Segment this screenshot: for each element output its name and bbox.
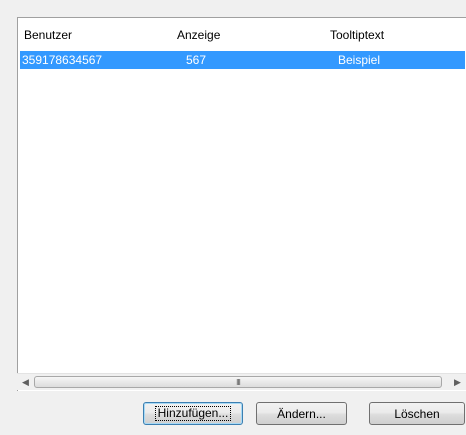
edit-button-label: Ändern... (277, 406, 326, 421)
add-button-label: Hinzufügen... (154, 406, 232, 421)
edit-button[interactable]: Ändern... (256, 402, 347, 425)
cell-benutzer: 359178634567 (22, 53, 103, 67)
delete-button-label: Löschen (394, 406, 440, 421)
scroll-grip: III (236, 377, 241, 387)
list-header: Benutzer Anzeige Tooltiptext (18, 18, 466, 48)
scroll-right-arrow-icon[interactable]: ▶ (449, 374, 466, 390)
column-header-anzeige[interactable]: Anzeige (177, 28, 220, 42)
add-button[interactable]: Hinzufügen... (143, 402, 243, 425)
scroll-thumb[interactable]: III (34, 376, 442, 388)
scroll-left-arrow-icon[interactable]: ◀ (17, 374, 34, 390)
horizontal-scrollbar[interactable]: ◀ III ▶ (17, 373, 466, 390)
delete-button[interactable]: Löschen (369, 402, 465, 425)
cell-tooltiptext: Beispiel (338, 53, 381, 67)
column-header-tooltiptext[interactable]: Tooltiptext (330, 28, 384, 42)
column-header-benutzer[interactable]: Benutzer (24, 28, 72, 42)
list-item-selected[interactable]: 359178634567 567 Beispiel (20, 51, 465, 69)
cell-anzeige: 567 (186, 53, 207, 67)
user-list-view[interactable]: Benutzer Anzeige Tooltiptext 35917863456… (17, 17, 466, 391)
